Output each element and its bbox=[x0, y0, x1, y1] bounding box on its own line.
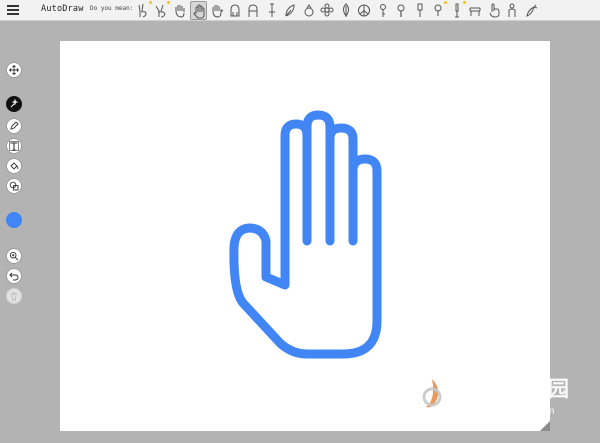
paintbrush-icon bbox=[455, 3, 459, 18]
suggestion-bench[interactable] bbox=[467, 1, 484, 20]
undo-icon bbox=[9, 272, 19, 281]
screwdriver-icon bbox=[417, 3, 423, 17]
watermark-text: 当下软件园 bbox=[460, 377, 570, 401]
watermark-logo bbox=[410, 373, 454, 417]
suggestion-figure[interactable] bbox=[504, 1, 521, 20]
suggestion-carrot[interactable] bbox=[523, 1, 540, 20]
text-t-icon bbox=[9, 141, 19, 151]
paint-bucket-icon bbox=[10, 162, 19, 170]
color-picker[interactable] bbox=[6, 212, 22, 228]
star-dot bbox=[167, 1, 170, 4]
suggestions-label: Do you mean: bbox=[90, 5, 134, 12]
suggestion-feather[interactable] bbox=[282, 1, 299, 20]
waving-hand-icon bbox=[175, 5, 185, 18]
suggestion-key[interactable] bbox=[375, 1, 392, 20]
watermark-url: www.downxia.com bbox=[468, 405, 555, 417]
suggestion-raised-hand[interactable] bbox=[190, 1, 207, 20]
suggestion-ring[interactable] bbox=[301, 1, 318, 20]
suggestion-peace-sign[interactable] bbox=[356, 1, 373, 20]
suggestion-waving-hand[interactable] bbox=[172, 1, 189, 20]
move-tool[interactable] bbox=[6, 62, 22, 78]
suggestion-leaf[interactable] bbox=[338, 1, 355, 20]
star-dot bbox=[463, 1, 466, 4]
leaf-icon bbox=[343, 3, 349, 17]
delete-tool[interactable] bbox=[6, 288, 22, 304]
star-dot bbox=[149, 1, 152, 4]
pencil-icon bbox=[10, 121, 19, 130]
ring-icon bbox=[304, 4, 314, 17]
top-bar: AutoDraw Do you mean: bbox=[0, 0, 600, 21]
app-title: AutoDraw bbox=[41, 4, 84, 14]
flower-icon bbox=[320, 3, 334, 17]
star-dot bbox=[444, 1, 447, 4]
suggestion-peace-hand[interactable] bbox=[135, 1, 152, 20]
type-tool[interactable] bbox=[6, 138, 22, 154]
autodraw-tool[interactable] bbox=[6, 96, 22, 112]
pin-icon bbox=[269, 3, 275, 17]
bench-icon bbox=[469, 7, 481, 16]
arch-icon bbox=[248, 4, 258, 17]
feather-icon bbox=[285, 4, 295, 17]
suggestion-flower[interactable] bbox=[319, 1, 336, 20]
magnifier-icon bbox=[397, 4, 405, 17]
suggestion-glove[interactable] bbox=[227, 1, 244, 20]
zoom-icon bbox=[9, 251, 19, 261]
carrot-icon bbox=[526, 4, 538, 17]
suggestions-strip bbox=[133, 1, 553, 20]
menu-icon[interactable] bbox=[7, 5, 19, 16]
raised-hand-icon bbox=[193, 4, 205, 19]
suggestion-open-hand[interactable] bbox=[209, 1, 226, 20]
autodraw-sparkle-icon bbox=[10, 99, 19, 108]
figure-icon bbox=[508, 3, 516, 17]
suggestion-victory-hand[interactable] bbox=[153, 1, 170, 20]
shapes-icon bbox=[9, 181, 19, 191]
zoom-tool[interactable] bbox=[6, 248, 22, 264]
fill-tool[interactable] bbox=[6, 158, 22, 174]
victory-hand-icon bbox=[155, 4, 166, 18]
move-icon bbox=[9, 65, 19, 75]
bulb-icon bbox=[434, 4, 442, 16]
key-icon bbox=[380, 4, 386, 17]
suggestion-screwdriver[interactable] bbox=[412, 1, 429, 20]
open-hand-icon bbox=[212, 5, 224, 18]
watermark: 当下软件园 www.downxia.com bbox=[408, 369, 588, 429]
suggestion-pointer-hand[interactable] bbox=[486, 1, 503, 20]
glove-icon bbox=[230, 4, 240, 17]
trash-icon bbox=[11, 292, 17, 301]
draw-tool[interactable] bbox=[6, 118, 22, 134]
suggestion-paintbrush[interactable] bbox=[449, 1, 466, 20]
peace-sign-icon bbox=[358, 4, 370, 17]
suggestion-arch[interactable] bbox=[245, 1, 262, 20]
shape-tool[interactable] bbox=[6, 178, 22, 194]
undo-tool[interactable] bbox=[6, 268, 22, 284]
peace-hand-icon bbox=[138, 3, 147, 18]
suggestion-pin[interactable] bbox=[264, 1, 281, 20]
suggestion-magnifier[interactable] bbox=[393, 1, 410, 20]
pointer-hand-icon bbox=[489, 3, 500, 18]
suggestion-bulb[interactable] bbox=[430, 1, 447, 20]
